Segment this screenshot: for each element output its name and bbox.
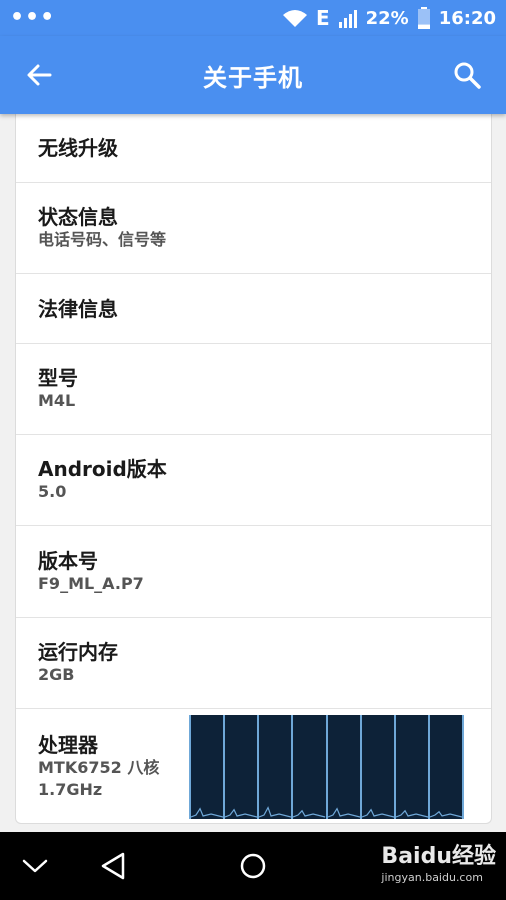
search-icon [454,62,481,89]
cpu-core-load-line [395,809,429,818]
cpu-core-load-line [361,808,394,818]
item-title: 运行内存 [38,640,118,664]
settings-list: 无线升级 状态信息 电话号码、信号等 法律信息 型号 M4L Android版本… [15,114,492,824]
list-item-processor[interactable]: 处理器 MTK6752 八核 1.7GHz [16,709,491,823]
status-indicators: E 22% 16:20 [282,6,496,30]
cpu-usage-graph [189,715,464,819]
cpu-core-5 [325,715,360,819]
chevron-down-icon [22,859,48,873]
item-title: Android版本 [38,457,167,481]
battery-icon [417,7,430,29]
arrow-back-icon [27,64,52,86]
cpu-core-3 [257,715,292,819]
nav-back-button[interactable] [78,832,148,900]
list-item-build-number[interactable]: 版本号 F9_ML_A.P7 [16,526,491,618]
list-item-ram[interactable]: 运行内存 2GB [16,618,491,709]
notification-dots-icon: ••• [10,5,56,30]
cpu-core-load-line [259,806,292,818]
item-summary: 5.0 [38,482,67,501]
cpu-core-1 [189,715,224,819]
list-item-wireless-update[interactable]: 无线升级 [16,114,491,183]
watermark-text: Baidu经验 [381,844,496,869]
cpu-core-load-line [190,807,224,818]
list-item-android-version[interactable]: Android版本 5.0 [16,435,491,526]
item-title: 无线升级 [38,136,118,160]
wifi-icon [282,10,307,27]
status-bar: ••• E 22% 16:20 [0,0,506,36]
item-title: 型号 [38,366,78,390]
item-title: 状态信息 [38,205,118,229]
circle-home-icon [240,853,266,879]
item-title: 法律信息 [38,296,118,321]
cpu-core-4 [291,715,326,819]
nav-home-button[interactable] [218,832,288,900]
baidu-watermark: Baidu经验 jingyan.baidu.com [381,844,496,884]
item-summary: M4L [38,391,76,410]
triangle-back-icon [101,852,125,880]
app-bar: 关于手机 [0,36,506,114]
cpu-core-load-line [224,808,258,818]
item-summary: 电话号码、信号等 [38,230,167,249]
cpu-core-load-line [293,809,326,818]
battery-percent: 22% [365,7,409,29]
list-item-legal-info[interactable]: 法律信息 [16,274,491,344]
hide-nav-button[interactable] [0,832,70,900]
cpu-core-7 [393,715,429,819]
search-button[interactable] [428,36,506,114]
network-type: E [315,6,330,30]
signal-icon [338,10,357,28]
list-item-status-info[interactable]: 状态信息 电话号码、信号等 [16,183,491,274]
item-title: 版本号 [38,548,98,573]
clock: 16:20 [438,7,496,29]
cpu-core-8 [427,715,464,819]
cpu-core-load-line [429,810,463,818]
navigation-bar: Baidu经验 jingyan.baidu.com [0,832,506,900]
cpu-core-6 [359,715,394,819]
back-button[interactable] [0,36,78,114]
cpu-core-load-line [327,807,360,818]
list-item-model[interactable]: 型号 M4L [16,344,491,435]
item-summary: F9_ML_A.P7 [38,573,144,593]
item-summary: 2GB [38,665,75,684]
watermark-url: jingyan.baidu.com [381,871,483,884]
cpu-core-2 [223,715,258,819]
page-title: 关于手机 [203,63,303,92]
